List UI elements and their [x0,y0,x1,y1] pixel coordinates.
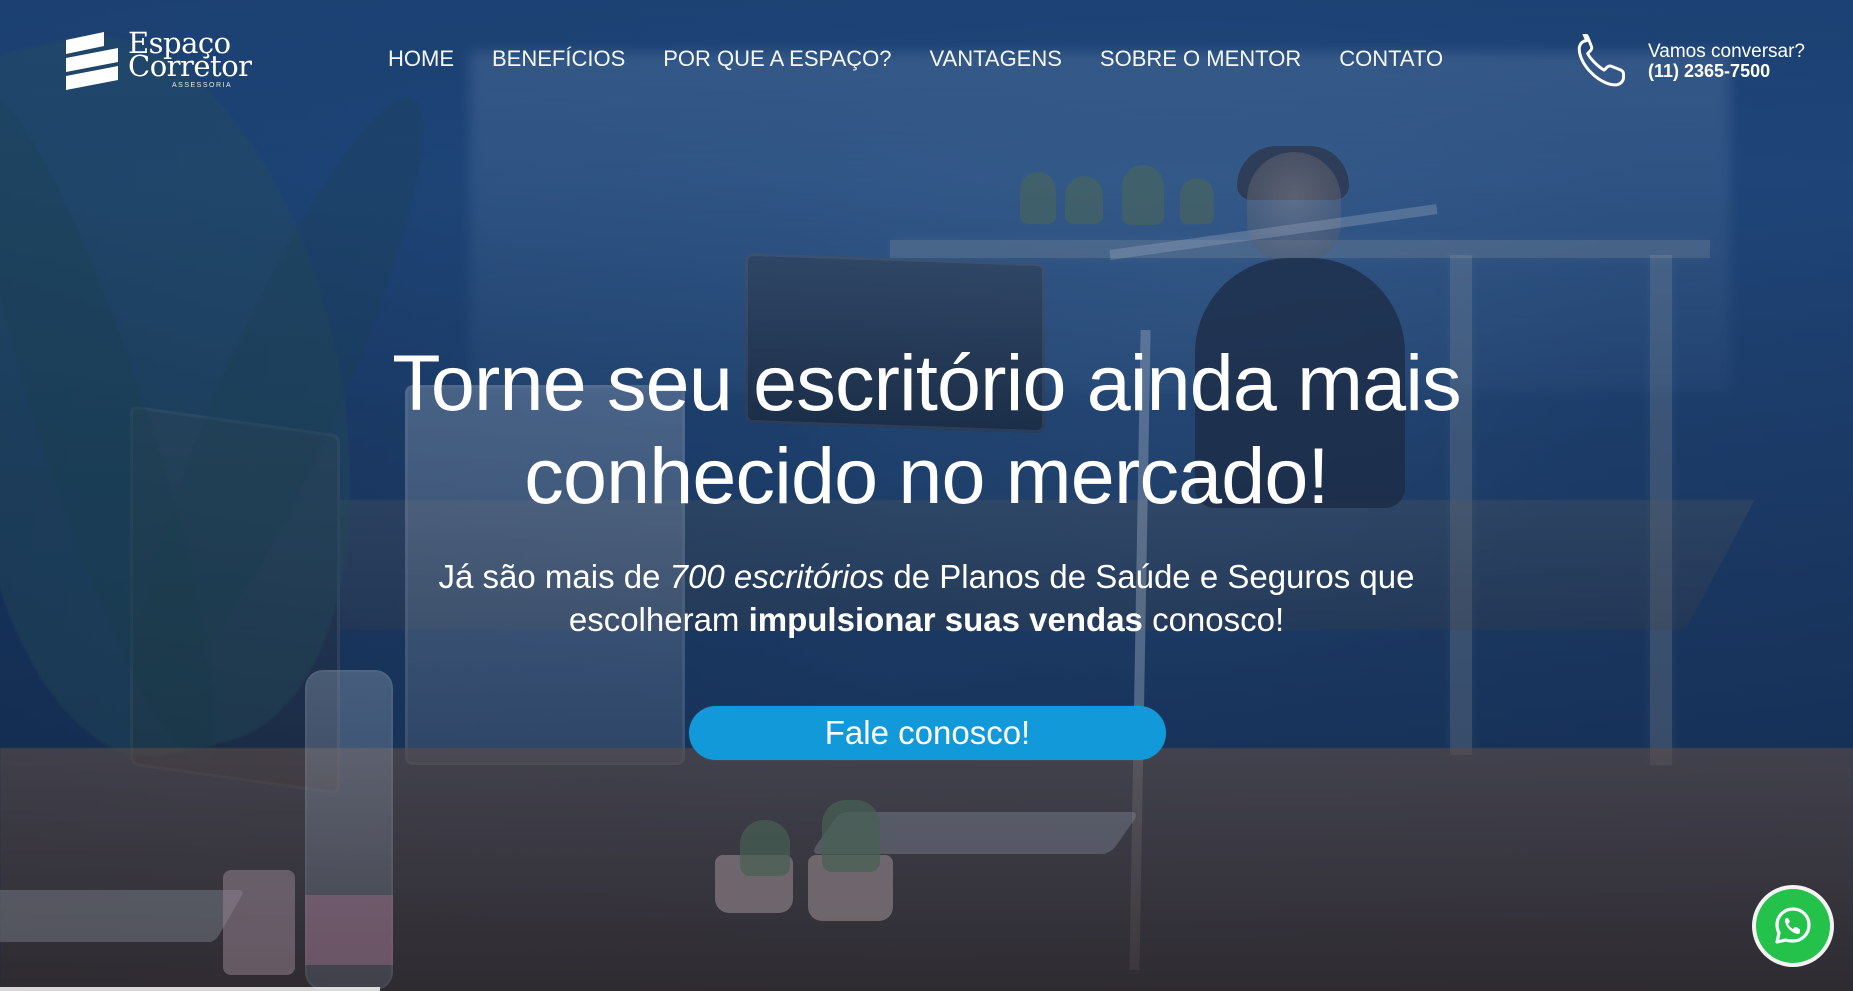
hero-subtitle-bold: impulsionar suas vendas [748,601,1143,639]
contact-cta-button[interactable]: Fale conosco! [689,706,1166,760]
lamp-arm [1109,204,1438,260]
keyboard [0,890,246,942]
bottle-label [305,895,393,965]
cup [223,870,295,975]
front-desk [0,748,1853,991]
pot [808,855,893,921]
nav-item-benefits[interactable]: BENEFÍCIOS [492,48,625,70]
hero-subtitle-part-3: escolheram [568,601,749,639]
cactus [740,820,790,876]
hero-subtitle-part-2: de Planos de Saúde e Seguros que [884,558,1415,596]
hero-subtitle-part-1: Já são mais de [438,558,670,596]
nav-item-home[interactable]: HOME [388,48,454,70]
header-contact[interactable]: Vamos conversar? (11) 2365-7500 [1576,34,1805,88]
cactus [1122,165,1164,225]
cactus [1180,178,1214,224]
head [1247,152,1341,262]
nav-item-about-mentor[interactable]: SOBRE O MENTOR [1100,48,1301,70]
nav-item-advantages[interactable]: VANTAGENS [929,48,1061,70]
main-navigation: HOME BENEFÍCIOS POR QUE A ESPAÇO? VANTAG… [388,48,1443,70]
cactus [1065,176,1103,224]
hero-subtitle-italic: 700 escritórios [669,558,885,596]
whatsapp-button[interactable] [1756,889,1830,963]
hero-title-line-1: Torne seu escritório ainda mais [392,338,1461,427]
pot [715,855,793,913]
phone-icon [1577,34,1625,87]
contact-text: Vamos conversar? (11) 2365-7500 [1648,40,1805,81]
laptop [810,812,1140,854]
cactus [822,800,880,872]
hero-subtitle-part-4: conosco! [1142,601,1285,639]
hero-content: Torne seu escritório ainda mais conhecid… [0,336,1853,642]
brand-name-line-2: Corretor [128,49,252,83]
building-logo-icon [66,32,118,90]
hero-subtitle: Já são mais de 700 escritórios de Planos… [347,556,1507,642]
cactus [1020,172,1056,224]
hero-title: Torne seu escritório ainda mais conhecid… [262,336,1592,522]
contact-phone: (11) 2365-7500 [1648,60,1771,81]
bottle [305,670,393,990]
brand-logo[interactable]: Espaço Corretor ASSESSORIA [62,28,252,93]
shelf [890,240,1710,258]
hero-title-line-2: conhecido no mercado! [524,431,1329,521]
scroll-indicator [0,987,380,991]
brand-subtitle: ASSESSORIA [172,82,233,89]
whatsapp-icon [1775,907,1811,944]
hero-section: Espaço Corretor ASSESSORIA HOME BENEFÍCI… [0,0,1853,991]
nav-item-contact[interactable]: CONTATO [1339,48,1443,70]
hair [1237,146,1349,200]
contact-label: Vamos conversar? [1648,40,1805,62]
site-header: Espaço Corretor ASSESSORIA HOME BENEFÍCI… [0,0,1853,125]
nav-item-why-espaco[interactable]: POR QUE A ESPAÇO? [663,48,891,70]
